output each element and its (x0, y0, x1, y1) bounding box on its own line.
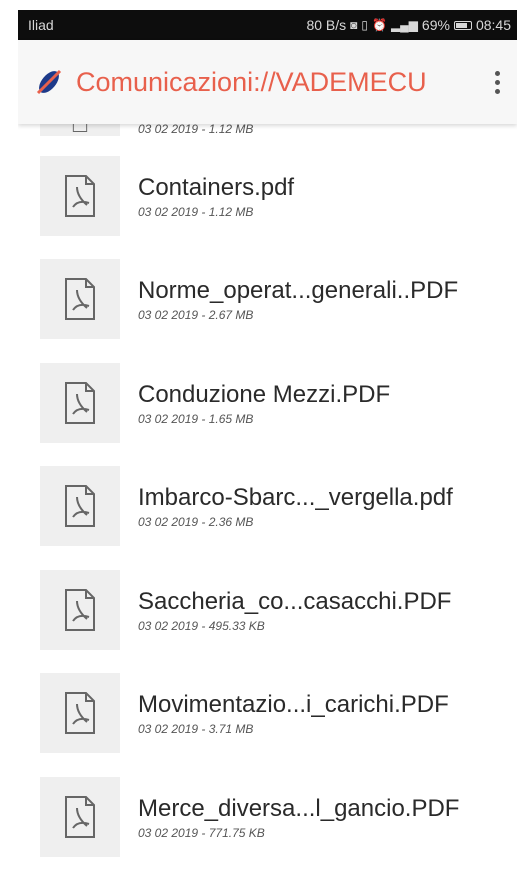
pdf-file-icon (65, 692, 95, 735)
pen-logo-icon (36, 69, 62, 95)
file-name: Containers.pdf (138, 173, 295, 201)
list-item[interactable]: Conduzione Mezzi.PDF 03 02 2019 - 1.65 M… (18, 351, 517, 455)
app-title: Comunicazioni://VADEMECU (76, 66, 427, 97)
status-bar: Iliad 80 B/s ◙ ▯ ⏰ ▂▄▆ 69% 08:45 (18, 10, 517, 40)
file-texts: Merce_diversa...l_gancio.PDF 03 02 2019 … (138, 794, 459, 840)
file-texts: Imbarco-Sbarc..._vergella.pdf 03 02 2019… (138, 483, 453, 529)
app-bar: Comunicazioni://VADEMECU (18, 40, 517, 124)
file-meta: 03 02 2019 - 2.36 MB (138, 515, 254, 530)
list-item[interactable]: Norme_operat...generali..PDF 03 02 2019 … (18, 248, 517, 352)
file-meta: 03 02 2019 - 3.71 MB (138, 722, 254, 737)
file-thumbnail (40, 776, 120, 857)
file-name: Merce_diversa...l_gancio.PDF (138, 794, 460, 822)
file-meta: 03 02 2019 - 771.75 KB (138, 825, 265, 840)
screenshot-frame: Iliad 80 B/s ◙ ▯ ⏰ ▂▄▆ 69% 08:45 Comunic… (0, 0, 517, 883)
file-meta: 03 02 2019 - 1.12 MB (138, 204, 254, 219)
file-meta: 03 02 2019 - 1.12 MB (138, 122, 254, 136)
file-texts: Movimentazio...i_carichi.PDF 03 02 2019 … (138, 690, 449, 736)
file-meta: 03 02 2019 - 2.67 MB (138, 308, 254, 323)
signal-icon: ▂▄▆ (390, 18, 418, 32)
file-thumbnail (40, 155, 120, 236)
list-item[interactable]: Imbarco-Sbarc..._vergella.pdf 03 02 2019… (18, 455, 517, 559)
file-thumbnail (40, 259, 120, 340)
file-thumbnail (40, 569, 120, 650)
file-name: Movimentazio...i_carichi.PDF (138, 691, 449, 719)
pdf-file-icon (65, 588, 95, 631)
file-thumbnail (40, 362, 120, 443)
pdf-file-icon (65, 795, 95, 838)
file-meta: 03 02 2019 - 495.33 KB (138, 618, 265, 633)
list-item[interactable]: Merce_diversa...l_gancio.PDF 03 02 2019 … (18, 765, 517, 869)
battery-icon (453, 20, 472, 30)
file-texts: Conduzione Mezzi.PDF 03 02 2019 - 1.65 M… (138, 380, 390, 426)
vibrate-icon: ▯ (361, 18, 368, 32)
list-item[interactable]: Containers.pdf 03 02 2019 - 1.12 MB (18, 144, 517, 248)
status-icons: 80 B/s ◙ ▯ ⏰ ▂▄▆ 69% 08:45 (306, 17, 511, 33)
file-texts: Norme_operat...generali..PDF 03 02 2019 … (138, 276, 458, 322)
pdf-file-icon (65, 381, 95, 424)
phone-screen: Iliad 80 B/s ◙ ▯ ⏰ ▂▄▆ 69% 08:45 Comunic… (18, 10, 517, 883)
file-thumbnail (40, 466, 120, 547)
file-texts: Containers.pdf 03 02 2019 - 1.12 MB (138, 173, 294, 219)
list-item[interactable]: Saccheria_co...casacchi.PDF 03 02 2019 -… (18, 558, 517, 662)
file-meta: 03 02 2019 - 1.65 MB (138, 411, 254, 426)
file-name: Conduzione Mezzi.PDF (138, 380, 391, 408)
pdf-file-icon (65, 278, 95, 321)
pdf-file-icon (65, 485, 95, 528)
alarm-icon: ⏰ (372, 18, 387, 32)
more-vert-icon[interactable] (485, 70, 509, 94)
network-speed: 80 B/s (306, 17, 347, 33)
pdf-file-icon (65, 174, 95, 217)
file-name: Saccheria_co...casacchi.PDF (138, 587, 452, 615)
file-name: Norme_operat...generali..PDF (138, 277, 459, 305)
file-name: Imbarco-Sbarc..._vergella.pdf (138, 484, 453, 512)
battery-percent: 69% (421, 17, 450, 33)
nfc-icon: ◙ (350, 18, 358, 32)
list-item[interactable]: Movimentazio...i_carichi.PDF 03 02 2019 … (18, 662, 517, 766)
file-thumbnail (40, 673, 120, 754)
clock-time: 08:45 (475, 17, 511, 33)
file-texts: Saccheria_co...casacchi.PDF 03 02 2019 -… (138, 587, 451, 633)
carrier-name: Iliad (28, 17, 54, 33)
file-list: 03 02 2019 - 1.12 MB Containers.pdf 03 0… (18, 84, 517, 869)
